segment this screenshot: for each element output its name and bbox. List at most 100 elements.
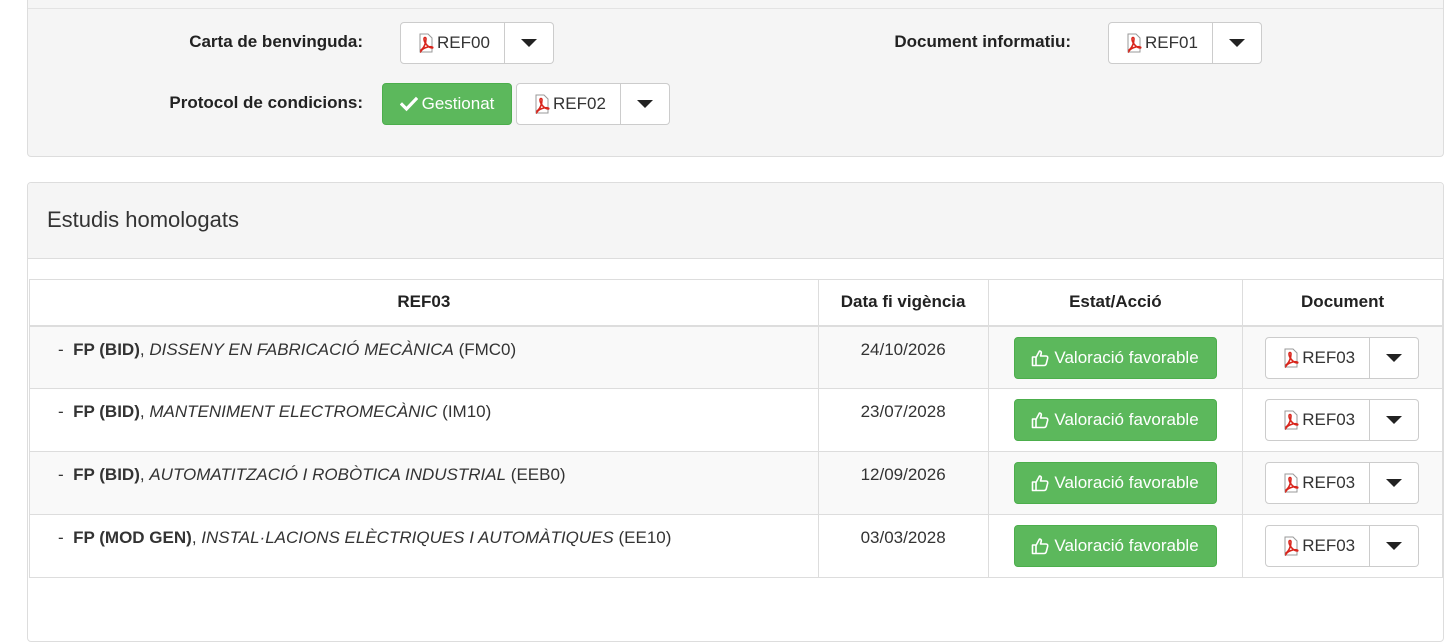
column-header-document: Document <box>1242 279 1443 327</box>
table-row: - FP (BID), AUTOMATITZACIÓ I ROBÒTICA IN… <box>29 451 1443 515</box>
thumbs-up-icon <box>1032 475 1049 492</box>
thumbs-up-icon <box>1032 538 1049 555</box>
document-button[interactable]: REF03 <box>1265 525 1371 567</box>
document-button-group: REF03 <box>1265 462 1420 504</box>
document-button[interactable]: REF03 <box>1265 462 1371 504</box>
table-header-row: REF03 Data fi vigència Estat/Acció Docum… <box>29 279 1443 327</box>
conditions-protocol-dropdown-toggle[interactable] <box>620 83 670 125</box>
caret-down-icon <box>1386 416 1403 424</box>
thumbs-up-icon <box>1032 349 1049 366</box>
favorable-rating-button[interactable]: Valoració favorable <box>1013 336 1217 379</box>
row-dash: - <box>58 528 64 547</box>
info-document-dropdown-toggle[interactable] <box>1212 22 1262 64</box>
document-button-group: REF03 <box>1265 336 1420 379</box>
study-code: (IM10) <box>442 402 492 421</box>
document-label: REF03 <box>1302 473 1356 492</box>
study-name-cell: - FP (BID), DISSENY EN FABRICACIÓ MECÀNI… <box>29 325 819 389</box>
conditions-protocol-doc-label: REF02 <box>553 94 606 113</box>
study-name: INSTAL·LACIONS ELÈCTRIQUES I AUTOMÀTIQUE… <box>201 528 614 547</box>
end-date: 24/10/2026 <box>860 339 946 359</box>
favorable-rating-label: Valoració favorable <box>1054 536 1199 555</box>
row-dash: - <box>58 402 64 421</box>
check-icon <box>399 96 418 112</box>
end-date-cell: 03/03/2028 <box>817 514 989 578</box>
favorable-rating-label: Valoració favorable <box>1054 347 1199 367</box>
row-dash: - <box>58 339 64 359</box>
status-action-cell: Valoració favorable <box>987 388 1244 452</box>
study-type: FP (BID) <box>73 465 140 484</box>
caret-down-icon <box>1228 39 1245 47</box>
study-name-cell: - FP (MOD GEN), INSTAL·LACIONS ELÈCTRIQU… <box>29 514 819 578</box>
panel-divider <box>28 8 1443 9</box>
panel-heading: Estudis homologats <box>28 183 1443 259</box>
info-document-doc-group: REF01 <box>1108 22 1262 64</box>
document-button[interactable]: REF03 <box>1265 336 1371 379</box>
studies-table: REF03 Data fi vigència Estat/Acció Docum… <box>29 279 1443 578</box>
pdf-icon <box>1284 536 1299 556</box>
welcome-letter-label: Carta de benvinguda: <box>189 32 363 51</box>
end-date: 03/03/2028 <box>860 528 946 547</box>
document-label: REF03 <box>1302 410 1356 429</box>
separator: , <box>139 465 145 484</box>
pdf-icon <box>1127 33 1142 53</box>
caret-down-icon <box>1386 542 1403 550</box>
pdf-icon <box>419 33 434 53</box>
end-date: 12/09/2026 <box>860 465 946 484</box>
end-date-cell: 23/07/2028 <box>817 388 989 452</box>
pdf-icon <box>1284 348 1299 368</box>
document-cell: REF03 <box>1242 388 1443 452</box>
end-date: 23/07/2028 <box>860 402 946 421</box>
pdf-icon <box>1284 410 1299 430</box>
status-action-cell: Valoració favorable <box>987 325 1244 389</box>
document-dropdown-toggle[interactable] <box>1370 336 1420 379</box>
conditions-protocol-label: Protocol de condicions: <box>169 93 363 112</box>
document-dropdown-toggle[interactable] <box>1370 525 1420 567</box>
study-type: FP (BID) <box>73 402 140 421</box>
conditions-protocol-doc-button[interactable]: REF02 <box>516 83 621 125</box>
pdf-icon <box>1284 473 1299 493</box>
info-document-doc-button[interactable]: REF01 <box>1108 22 1213 64</box>
end-date-cell: 24/10/2026 <box>817 325 989 389</box>
document-label: REF03 <box>1302 536 1356 555</box>
table-row: - FP (MOD GEN), INSTAL·LACIONS ELÈCTRIQU… <box>29 514 1443 578</box>
welcome-letter-doc-label: REF00 <box>437 33 490 52</box>
separator: , <box>191 528 197 547</box>
study-code: (FMC0) <box>458 339 517 359</box>
study-name-cell: - FP (BID), MANTENIMENT ELECTROMECÀNIC (… <box>29 388 819 452</box>
document-button-group: REF03 <box>1265 525 1420 567</box>
status-action-cell: Valoració favorable <box>987 514 1244 578</box>
pdf-icon <box>535 94 550 114</box>
caret-down-icon <box>636 100 653 108</box>
separator: , <box>139 339 145 359</box>
document-cell: REF03 <box>1242 451 1443 515</box>
favorable-rating-button[interactable]: Valoració favorable <box>1013 399 1217 441</box>
managed-status-label: Gestionat <box>421 94 495 113</box>
welcome-letter-dropdown-toggle[interactable] <box>504 22 554 64</box>
favorable-rating-button[interactable]: Valoració favorable <box>1013 462 1217 504</box>
document-button[interactable]: REF03 <box>1265 399 1371 441</box>
approved-studies-panel: Estudis homologats REF03 Data fi vigènci… <box>27 182 1444 642</box>
documents-panel: Carta de benvinguda: REF00 Document info… <box>27 0 1444 157</box>
caret-down-icon <box>1386 353 1403 362</box>
welcome-letter-doc-button[interactable]: REF00 <box>400 22 505 64</box>
document-cell: REF03 <box>1242 325 1443 389</box>
table-row: - FP (BID), MANTENIMENT ELECTROMECÀNIC (… <box>29 388 1443 452</box>
status-action-cell: Valoració favorable <box>987 451 1244 515</box>
favorable-rating-button[interactable]: Valoració favorable <box>1013 525 1217 567</box>
column-header-study: REF03 <box>29 279 819 327</box>
document-dropdown-toggle[interactable] <box>1370 399 1420 441</box>
managed-status-button[interactable]: Gestionat <box>382 83 512 125</box>
document-dropdown-toggle[interactable] <box>1370 462 1420 504</box>
thumbs-up-icon <box>1032 412 1049 429</box>
study-code: (EE10) <box>618 528 672 547</box>
welcome-letter-doc-group: REF00 <box>400 22 554 64</box>
study-type: FP (BID) <box>73 339 140 359</box>
favorable-rating-label: Valoració favorable <box>1054 473 1199 492</box>
column-header-end-date: Data fi vigència <box>817 279 989 327</box>
document-button-group: REF03 <box>1265 399 1420 441</box>
table-row: - FP (BID), DISSENY EN FABRICACIÓ MECÀNI… <box>29 325 1443 389</box>
conditions-protocol-doc-group: REF02 <box>516 83 670 125</box>
separator: , <box>139 402 145 421</box>
study-name: MANTENIMENT ELECTROMECÀNIC <box>149 402 438 421</box>
end-date-cell: 12/09/2026 <box>817 451 989 515</box>
